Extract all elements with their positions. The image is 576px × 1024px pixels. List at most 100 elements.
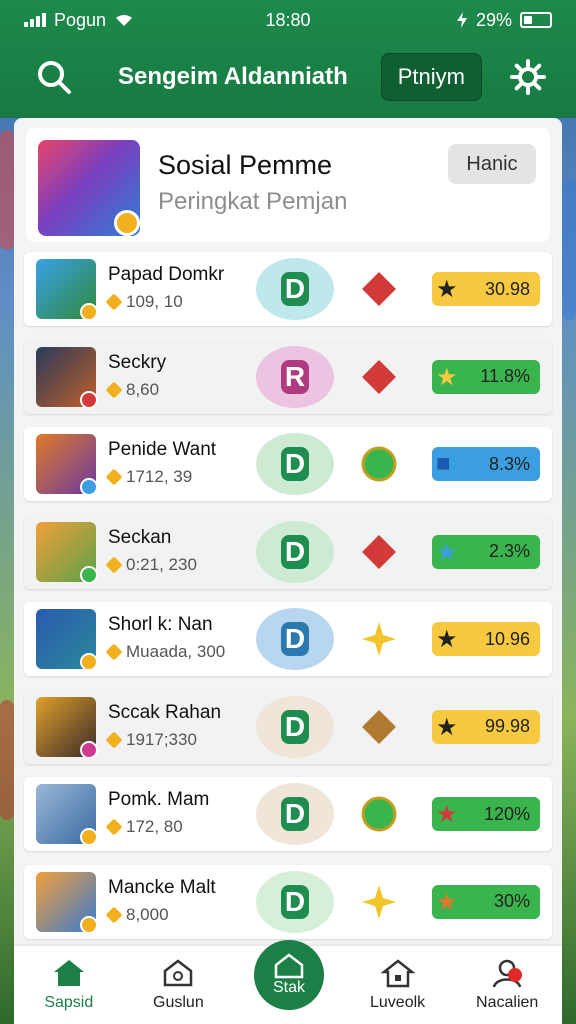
player-name: Sccak Rahan [108, 701, 222, 723]
leaderboard-row[interactable]: Sccak Rahan 1917;330 D ★ 99.98 [24, 689, 552, 764]
score-pill-value: 99.98 [484, 716, 530, 736]
diamond-badge-icon [358, 531, 400, 573]
nav-item-home[interactable]: Sapsid [14, 958, 124, 1024]
nav-item-stack[interactable]: Stak [254, 940, 324, 1010]
guild-icon [164, 959, 193, 987]
avatar [38, 140, 140, 236]
nav-center-label: Stak [272, 979, 305, 996]
player-score-value: 8,60 [126, 379, 160, 399]
leaderboard-row[interactable]: Seckan 0:21, 230 D ★ 2.3% [24, 514, 552, 589]
score-pill-value: 11.8% [480, 366, 530, 386]
score-pill: ★ 30.98 [432, 272, 540, 306]
coin-icon [105, 643, 123, 661]
leaderboard-row[interactable]: Shorl k: Nan Muaada, 300 D ★ 10.96 [24, 602, 552, 676]
green-shield-icon [358, 793, 400, 835]
background-banner [562, 180, 576, 320]
nav-live-label: Luveolk [370, 994, 426, 1011]
coin-icon [105, 731, 123, 748]
player-score-value: Muaada, 300 [126, 642, 226, 661]
leaderboard-row[interactable]: Penide Want 1712, 39 D ■ 8.3% [24, 427, 552, 501]
rank-emblem-icon: D [256, 870, 334, 933]
player-avatar [36, 609, 98, 671]
leaderboard-row[interactable]: Mancke Malt 8,000 D ★ 30% [24, 864, 552, 939]
bronze-badge-icon [358, 706, 400, 748]
star-icon: ★ [436, 713, 458, 741]
diamond-badge-icon [358, 268, 400, 310]
profile-header: Sosial Pemme Peringkat Pemjan Hanic [26, 128, 550, 242]
app-header: Pogun 18:80 29% Sengeim Aldanniath Ptniy… [0, 0, 576, 118]
score-pill: ■ 8.3% [432, 447, 540, 481]
hanic-button[interactable]: Hanic [448, 144, 536, 184]
leaderboard-card: Sosial Pemme Peringkat Pemjan Hanic Papa… [14, 118, 562, 946]
leaderboard-row[interactable]: Seckry 8,60 R ★ 11.8% [24, 339, 552, 414]
rank-emblem-icon: D [256, 783, 334, 845]
coin-icon [105, 293, 123, 311]
rank-emblem-icon: D [256, 608, 334, 670]
blue-check-badge-icon [80, 478, 98, 496]
bottom-navigation: Sapsid Guslun Luveolk Nacalien Stak [14, 940, 562, 1024]
page-title: Sengeim Aldanniath [118, 63, 348, 90]
sparkle-icon [358, 618, 400, 660]
leaderboard-row[interactable]: Pomk. Mam 172, 80 D ★ 120% [24, 777, 552, 851]
score-pill-value: 30.98 [484, 278, 530, 299]
stack-icon [274, 953, 304, 979]
player-name: Seckry [108, 351, 167, 373]
leaderboard-row[interactable]: Papad Domkr 109, 10 D ★ 30.98 [24, 252, 552, 326]
background-banner [0, 700, 14, 820]
score-pill: ★ 10.96 [432, 622, 540, 656]
settings-gear-icon[interactable] [510, 59, 546, 95]
score-pill-value: 120% [483, 803, 530, 824]
search-icon[interactable] [36, 59, 72, 95]
nav-item-live[interactable]: Luveolk [343, 958, 453, 1024]
player-score-value: 109, 10 [126, 292, 183, 311]
player-name: Pomk. Mam [108, 789, 210, 810]
nav-item-guild[interactable]: Guslun [124, 958, 234, 1024]
nav-guild-label: Guslun [153, 994, 204, 1011]
player-avatar [36, 521, 98, 584]
nav-profile-label: Nacalien [476, 994, 539, 1011]
status-bar: Pogun 18:80 29% [0, 0, 576, 40]
charging-icon [456, 12, 467, 28]
star-icon: ★ [436, 538, 458, 566]
coin-icon [105, 556, 123, 573]
player-score-value: 8,000 [126, 904, 169, 924]
nav-item-profile[interactable]: Nacalien [452, 958, 562, 1024]
gold-check-badge-icon [80, 915, 98, 934]
player-avatar [36, 259, 98, 321]
green-check-badge-icon [80, 565, 98, 584]
score-pill: ★ 120% [432, 797, 540, 831]
sparkle-icon [358, 881, 400, 923]
notification-dot [507, 968, 522, 982]
rank-emblem-icon: R [256, 345, 334, 408]
verified-badge-icon [114, 210, 140, 236]
green-shield-icon [358, 443, 400, 485]
wifi-icon [116, 14, 133, 26]
star-icon: ★ [436, 888, 458, 916]
star-icon: ★ [436, 626, 458, 653]
rank-emblem-icon: D [256, 433, 334, 495]
battery-percent: 29% [475, 9, 512, 30]
shield-tag-icon: ■ [436, 450, 451, 477]
premium-button[interactable]: Ptniym [380, 53, 482, 101]
coin-icon [105, 818, 123, 836]
player-name: Penide Want [108, 439, 217, 460]
house-icon [380, 959, 415, 988]
rank-emblem-icon: D [256, 695, 334, 758]
player-avatar [36, 871, 98, 934]
player-score: Muaada, 300 [105, 642, 226, 662]
rank-emblem-icon: D [256, 258, 334, 320]
nav-home-label: Sapsid [44, 994, 94, 1011]
player-score: 0:21, 230 [105, 554, 197, 575]
player-avatar [36, 696, 98, 759]
score-pill: ★ 2.3% [432, 534, 540, 569]
score-pill: ★ 11.8% [432, 359, 540, 394]
score-pill: ★ 30% [432, 884, 540, 919]
profile-subtitle: Peringkat Pemjan [158, 188, 348, 215]
player-score: 8,60 [105, 379, 160, 400]
coin-icon [105, 468, 123, 486]
gold-check-badge-icon [80, 828, 98, 846]
gold-check-badge-icon [80, 653, 98, 671]
profile-name: Sosial Pemme [158, 150, 333, 180]
player-score-value: 0:21, 230 [126, 554, 197, 574]
red-check-badge-icon [80, 390, 98, 409]
